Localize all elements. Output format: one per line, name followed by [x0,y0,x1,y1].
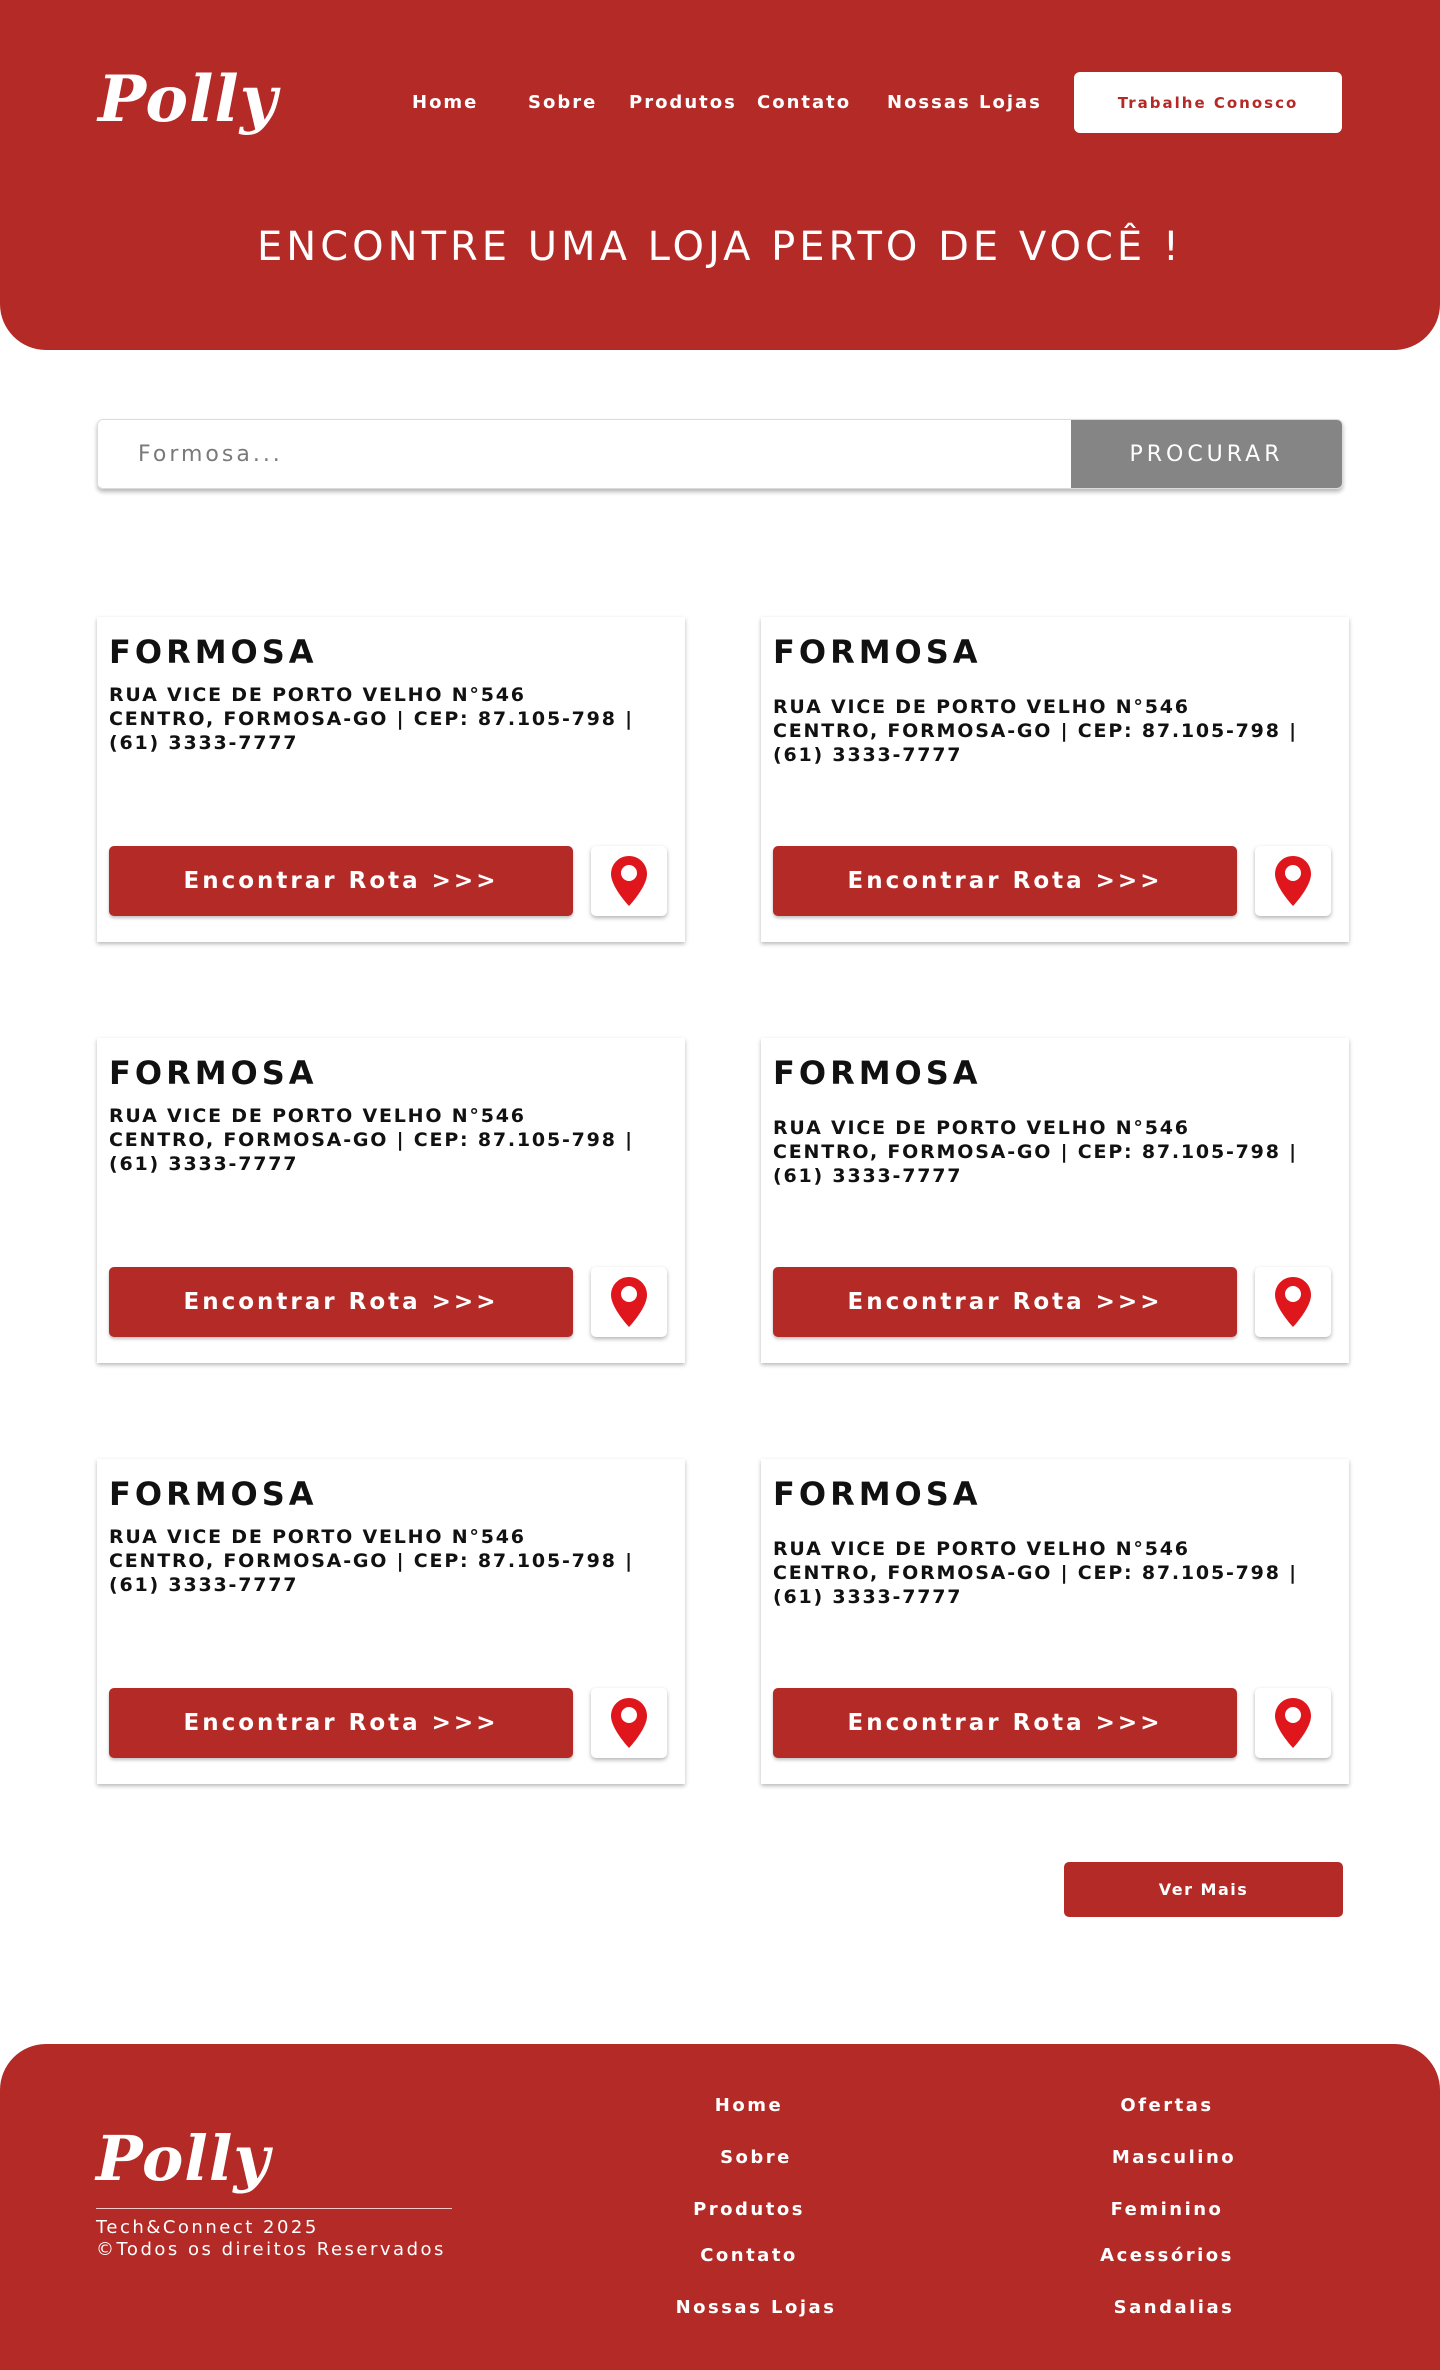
search-button[interactable]: PROCURAR [1071,420,1342,488]
footer-link-ofertas[interactable]: Ofertas [1120,2095,1213,2116]
footer-divider [96,2208,452,2209]
store-address: RUA VICE DE PORTO VELHO N°546 CENTRO, FO… [109,684,634,754]
site-footer: Polly Tech&Connect 2025 ©Todos os direit… [0,2044,1440,2370]
map-pin-icon [611,1277,647,1327]
store-address: RUA VICE DE PORTO VELHO N°546 CENTRO, FO… [773,696,1298,766]
find-route-button[interactable]: Encontrar Rota >>> [109,846,573,916]
map-pin-icon [1275,1698,1311,1748]
trabalhe-conosco-button[interactable]: Trabalhe Conosco [1074,72,1342,133]
map-pin-button[interactable] [591,1688,667,1758]
store-address: RUA VICE DE PORTO VELHO N°546 CENTRO, FO… [773,1538,1298,1608]
store-card: FORMOSA RUA VICE DE PORTO VELHO N°546 CEN… [761,617,1349,942]
footer-link-sobre[interactable]: Sobre [720,2147,792,2168]
find-route-button[interactable]: Encontrar Rota >>> [773,1267,1237,1337]
store-search-bar: PROCURAR [97,419,1343,489]
site-header: Polly Home Sobre Produtos Contato Nossas… [0,0,1440,350]
store-card: FORMOSA RUA VICE DE PORTO VELHO N°546 CEN… [761,1459,1349,1784]
footer-link-feminino[interactable]: Feminino [1111,2199,1224,2220]
footer-link-contato[interactable]: Contato [700,2245,798,2266]
map-pin-icon [1275,856,1311,906]
search-input[interactable] [98,420,1071,488]
nav-contato[interactable]: Contato [757,92,851,113]
footer-link-nossas-lojas[interactable]: Nossas Lojas [676,2297,837,2318]
store-card: FORMOSA RUA VICE DE PORTO VELHO N°546 CEN… [97,1459,685,1784]
footer-link-masculino[interactable]: Masculino [1112,2147,1236,2168]
nav-home[interactable]: Home [412,92,478,113]
footer-rights: ©Todos os direitos Reservados [96,2239,446,2260]
store-card: FORMOSA RUA VICE DE PORTO VELHO N°546 CEN… [97,1038,685,1363]
store-address: RUA VICE DE PORTO VELHO N°546 CENTRO, FO… [109,1526,634,1596]
map-pin-button[interactable] [1255,1688,1331,1758]
map-pin-button[interactable] [591,846,667,916]
find-route-button[interactable]: Encontrar Rota >>> [773,1688,1237,1758]
store-card: FORMOSA RUA VICE DE PORTO VELHO N°546 CEN… [97,617,685,942]
find-route-button[interactable]: Encontrar Rota >>> [109,1267,573,1337]
ver-mais-button[interactable]: Ver Mais [1064,1862,1343,1917]
map-pin-button[interactable] [1255,1267,1331,1337]
map-pin-button[interactable] [591,1267,667,1337]
nav-produtos[interactable]: Produtos [629,92,737,113]
map-pin-icon [611,1698,647,1748]
map-pin-icon [611,856,647,906]
nav-nossas-lojas[interactable]: Nossas Lojas [887,92,1042,113]
map-pin-button[interactable] [1255,846,1331,916]
footer-logo[interactable]: Polly [96,2122,270,2195]
store-name: FORMOSA [773,1054,982,1092]
footer-link-acessorios[interactable]: Acessórios [1100,2245,1234,2266]
find-route-button[interactable]: Encontrar Rota >>> [773,846,1237,916]
find-route-button[interactable]: Encontrar Rota >>> [109,1688,573,1758]
nav-sobre[interactable]: Sobre [528,92,597,113]
store-name: FORMOSA [109,1475,318,1513]
footer-link-home[interactable]: Home [715,2095,783,2116]
store-name: FORMOSA [109,633,318,671]
footer-link-produtos[interactable]: Produtos [693,2199,805,2220]
page-title: ENCONTRE UMA LOJA PERTO DE VOCÊ ! [257,224,1183,270]
store-name: FORMOSA [109,1054,318,1092]
map-pin-icon [1275,1277,1311,1327]
footer-copyright: Tech&Connect 2025 [96,2217,319,2238]
store-name: FORMOSA [773,633,982,671]
brand-logo[interactable]: Polly [98,62,278,137]
store-address: RUA VICE DE PORTO VELHO N°546 CENTRO, FO… [109,1105,634,1175]
footer-link-sandalias[interactable]: Sandalias [1114,2297,1235,2318]
store-address: RUA VICE DE PORTO VELHO N°546 CENTRO, FO… [773,1117,1298,1187]
store-name: FORMOSA [773,1475,982,1513]
store-card: FORMOSA RUA VICE DE PORTO VELHO N°546 CEN… [761,1038,1349,1363]
